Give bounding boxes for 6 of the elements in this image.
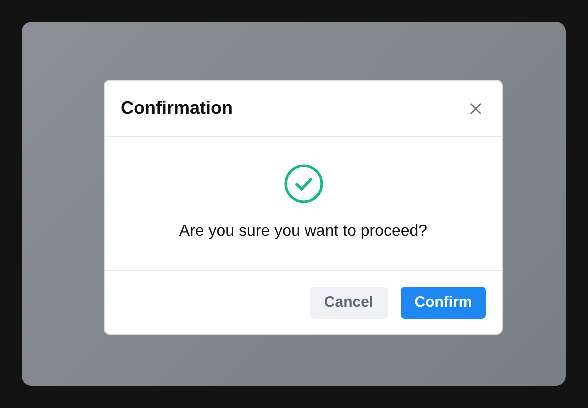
confirmation-message: Are you sure you want to proceed? [179, 222, 428, 242]
close-icon[interactable] [470, 102, 482, 114]
success-check-icon [284, 164, 324, 204]
confirm-button[interactable]: Confirm [401, 286, 486, 318]
dialog-title: Confirmation [121, 97, 233, 120]
cancel-button[interactable]: Cancel [310, 286, 388, 318]
